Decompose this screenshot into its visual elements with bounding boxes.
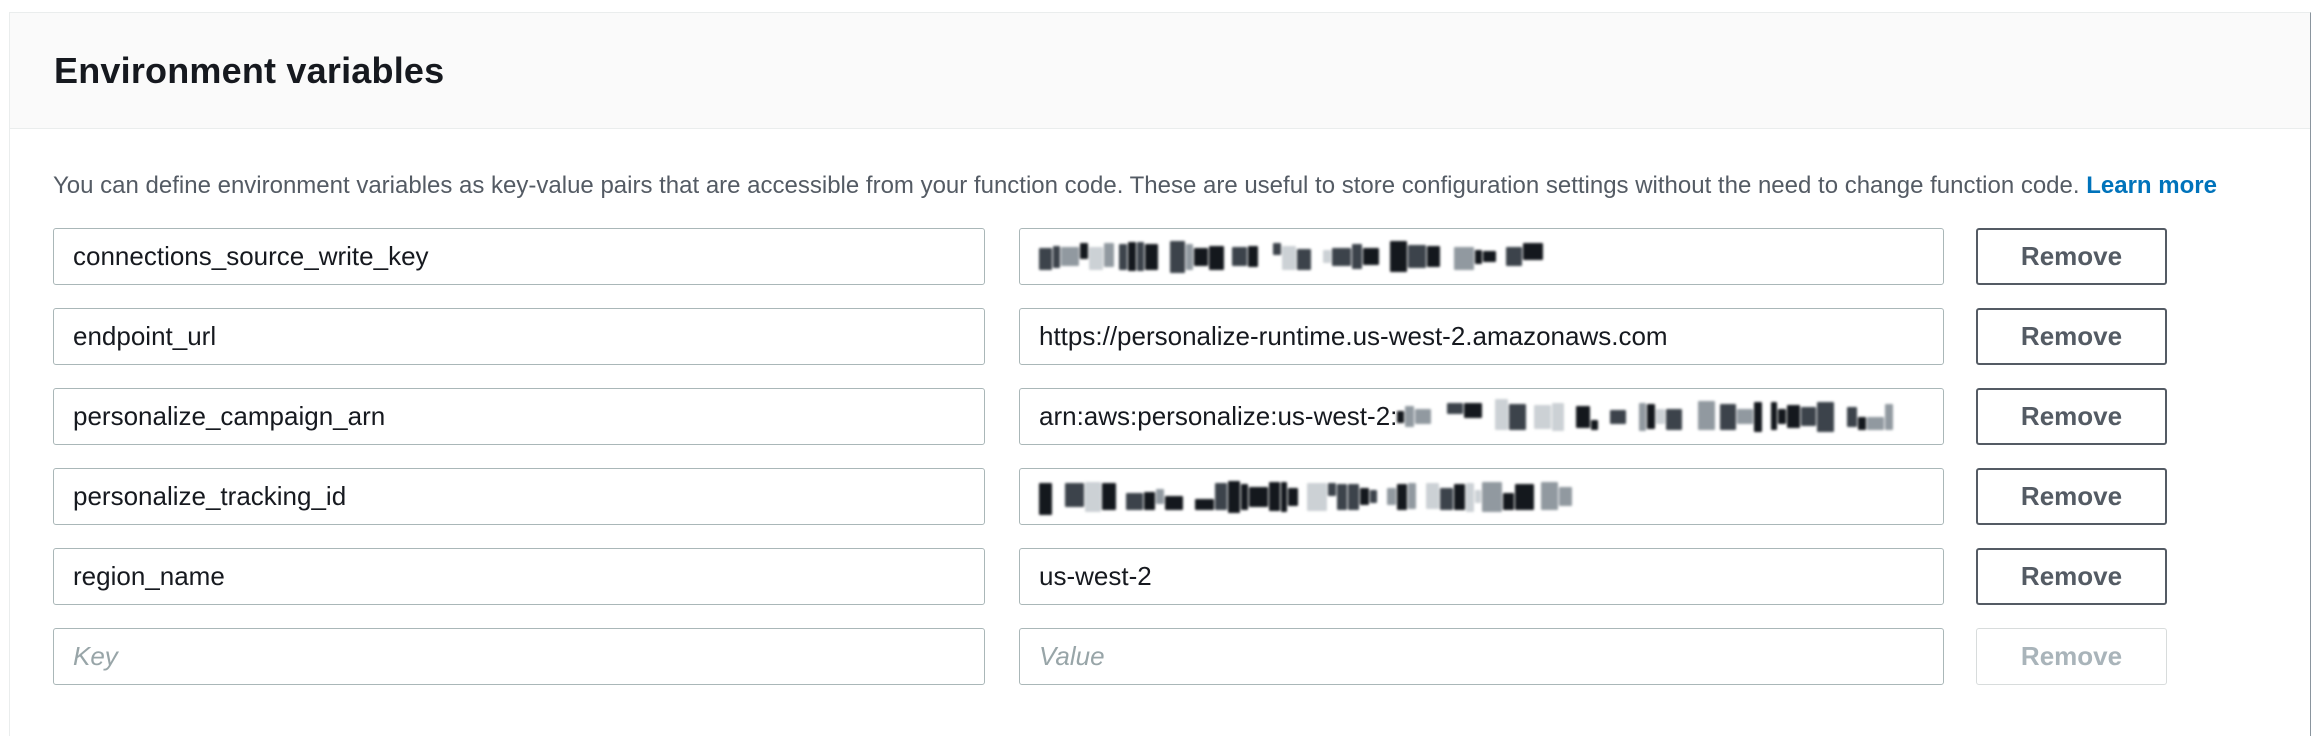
env-var-value-input[interactable] (1019, 228, 1944, 285)
env-var-key-input[interactable] (53, 548, 985, 605)
env-var-value-clear-text: arn:aws:personalize:us-west-2: (1039, 401, 1397, 432)
env-var-value-input[interactable] (1019, 308, 1944, 365)
env-var-key-input[interactable] (53, 388, 985, 445)
environment-variables-panel: Environment variables You can define env… (9, 12, 2311, 736)
env-var-row: Remove (53, 548, 2310, 605)
remove-button[interactable]: Remove (1976, 548, 2167, 605)
env-var-row: Remove (53, 468, 2310, 525)
env-var-key-input[interactable] (53, 468, 985, 525)
env-var-rows: RemoveRemovearn:aws:personalize:us-west-… (53, 228, 2310, 685)
remove-button[interactable]: Remove (1976, 308, 2167, 365)
env-var-row: Remove (53, 628, 2310, 685)
remove-button: Remove (1976, 628, 2167, 685)
remove-button[interactable]: Remove (1976, 228, 2167, 285)
env-var-value-input[interactable] (1019, 468, 1944, 525)
env-var-row: arn:aws:personalize:us-west-2: Remove (53, 388, 2310, 445)
env-var-row: Remove (53, 228, 2310, 285)
remove-button[interactable]: Remove (1976, 468, 2167, 525)
env-var-row: Remove (53, 308, 2310, 365)
description-text: You can define environment variables as … (53, 172, 2080, 199)
env-var-key-input[interactable] (53, 308, 985, 365)
remove-button[interactable]: Remove (1976, 388, 2167, 445)
env-var-value-input[interactable]: arn:aws:personalize:us-west-2: (1019, 388, 1944, 445)
redacted-value-pixelation (1039, 229, 1544, 284)
page-title: Environment variables (54, 50, 444, 92)
redacted-value-pixelation (1039, 469, 1573, 524)
redacted-value-pixelation (1397, 389, 1906, 444)
env-var-value-input[interactable] (1019, 548, 1944, 605)
env-var-key-input[interactable] (53, 628, 985, 685)
panel-header: Environment variables (10, 13, 2310, 129)
env-var-value-input[interactable] (1019, 628, 1944, 685)
panel-body: You can define environment variables as … (10, 171, 2310, 685)
learn-more-link[interactable]: Learn more (2086, 172, 2217, 199)
panel-description: You can define environment variables as … (53, 171, 2310, 201)
env-var-key-input[interactable] (53, 228, 985, 285)
